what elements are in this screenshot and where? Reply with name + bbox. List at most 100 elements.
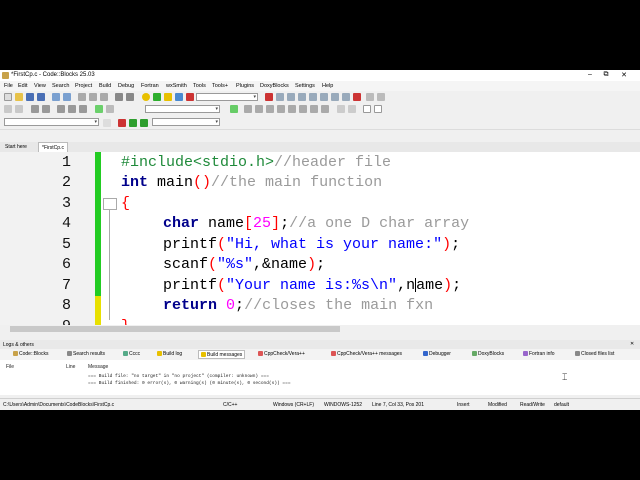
tab-cppcheck-messages[interactable]: CppCheck/Vera++ messages — [331, 350, 402, 359]
uncomment-icon[interactable] — [42, 105, 50, 113]
menu-settings[interactable]: Settings — [295, 83, 315, 89]
selected-text-icon[interactable] — [244, 105, 252, 113]
tab-cppcheck[interactable]: CppCheck/Vera++ — [258, 350, 305, 359]
menu-edit[interactable]: Edit — [18, 83, 27, 89]
build-run-icon[interactable] — [164, 93, 172, 101]
menu-wxsmith[interactable]: wxSmith — [166, 83, 187, 89]
editor-horizontal-scrollbar[interactable] — [0, 325, 640, 333]
menu-plugins[interactable]: Plugins — [236, 83, 254, 89]
clear-bookmarks-icon[interactable] — [321, 105, 329, 113]
scrollbar-thumb[interactable] — [10, 326, 340, 332]
jump-next-icon[interactable] — [140, 119, 148, 127]
next-line-icon[interactable] — [287, 93, 295, 101]
paste-icon[interactable] — [100, 93, 108, 101]
tab-search-results[interactable]: Search results — [67, 350, 105, 359]
find-prev-icon[interactable] — [255, 105, 263, 113]
jump-prev-icon[interactable] — [129, 119, 137, 127]
tab-fortran-info[interactable]: Fortran info — [523, 350, 555, 359]
run-to-cursor-icon[interactable] — [276, 93, 284, 101]
code-keyword: int — [121, 174, 149, 191]
find-all-icon[interactable] — [277, 105, 285, 113]
menu-help[interactable]: Help — [322, 83, 333, 89]
break-icon[interactable] — [342, 93, 350, 101]
menu-file[interactable]: File — [4, 83, 13, 89]
new-file-icon[interactable] — [4, 93, 12, 101]
box-comment-icon[interactable] — [79, 105, 87, 113]
stream-comment-icon[interactable] — [68, 105, 76, 113]
tab-firstcp[interactable]: *FirstCp.c — [38, 142, 68, 152]
menu-fortran[interactable]: Fortran — [141, 83, 159, 89]
menu-view[interactable]: View — [34, 83, 46, 89]
tab-start-here[interactable]: Start here — [2, 142, 30, 152]
jump-forward-icon[interactable] — [15, 105, 23, 113]
fold-marker[interactable] — [103, 198, 117, 210]
menu-search[interactable]: Search — [52, 83, 69, 89]
open-icon[interactable] — [15, 93, 23, 101]
bookmark-icon[interactable] — [288, 105, 296, 113]
search-icon[interactable] — [115, 93, 123, 101]
jump-back-icon[interactable] — [4, 105, 12, 113]
redo-icon[interactable] — [63, 93, 71, 101]
toggle-comment-icon[interactable] — [57, 105, 65, 113]
column-file[interactable]: File — [6, 364, 14, 370]
regex-icon[interactable] — [106, 105, 114, 113]
debug-info-icon[interactable] — [377, 93, 385, 101]
logs-close-icon[interactable]: ✕ — [630, 341, 634, 347]
spell-settings-icon[interactable] — [374, 105, 382, 113]
save-icon[interactable] — [26, 93, 34, 101]
find-next-icon[interactable] — [266, 105, 274, 113]
build-icon[interactable] — [142, 93, 150, 101]
tab-build-messages[interactable]: Build messages — [198, 350, 246, 359]
prev-bookmark-icon[interactable] — [299, 105, 307, 113]
zoom-in-icon[interactable] — [337, 105, 345, 113]
menu-doxyblocks[interactable]: DoxyBlocks — [260, 83, 289, 89]
column-line[interactable]: Line — [66, 364, 75, 370]
zoom-out-icon[interactable] — [348, 105, 356, 113]
tab-codeblocks-log[interactable]: Code::Blocks — [13, 350, 48, 359]
menu-tools-plus[interactable]: Tools+ — [212, 83, 228, 89]
stop-debugger-icon[interactable] — [353, 93, 361, 101]
function-list-icon[interactable] — [103, 119, 111, 127]
step-into-icon[interactable] — [298, 93, 306, 101]
code-editor[interactable]: 1 2 3 4 5 6 7 8 9 #include<stdio.h>//hea… — [0, 152, 640, 333]
tab-doxyblocks[interactable]: DoxyBlocks — [472, 350, 504, 359]
debug-icon[interactable] — [265, 93, 273, 101]
next-instruction-icon[interactable] — [320, 93, 328, 101]
minimize-button[interactable]: – — [583, 71, 597, 78]
scope-select[interactable]: ▾ — [4, 118, 99, 126]
rebuild-icon[interactable] — [175, 93, 183, 101]
tab-cccc[interactable]: Cccc — [123, 350, 140, 359]
maximize-button[interactable]: ⧉ — [599, 71, 613, 79]
status-modified: Modified — [488, 402, 507, 408]
menu-project[interactable]: Project — [75, 83, 92, 89]
build-target-select[interactable]: ▾ — [196, 93, 258, 101]
step-instruction-icon[interactable] — [331, 93, 339, 101]
menu-build[interactable]: Build — [99, 83, 111, 89]
code-brace: ( — [208, 256, 218, 273]
menu-tools[interactable]: Tools — [193, 83, 206, 89]
search-combo[interactable]: ▾ — [145, 105, 220, 113]
tab-debugger[interactable]: Debugger — [423, 350, 451, 359]
cut-icon[interactable] — [78, 93, 86, 101]
undo-icon[interactable] — [52, 93, 60, 101]
close-button[interactable]: ✕ — [617, 71, 631, 79]
copy-icon[interactable] — [89, 93, 97, 101]
save-all-icon[interactable] — [37, 93, 45, 101]
column-message[interactable]: Message — [88, 364, 108, 370]
spell-check-icon[interactable] — [363, 105, 371, 113]
tab-build-log[interactable]: Build log — [157, 350, 182, 359]
next-bookmark-icon[interactable] — [310, 105, 318, 113]
replace-icon[interactable] — [126, 93, 134, 101]
function-select[interactable]: ▾ — [152, 118, 220, 126]
build-messages-list[interactable]: File Line Message === Build file: "no ta… — [0, 360, 640, 395]
tab-closed-files[interactable]: Closed files list — [575, 350, 614, 359]
match-case-icon[interactable] — [95, 105, 103, 113]
run-icon[interactable] — [153, 93, 161, 101]
comment-icon[interactable] — [31, 105, 39, 113]
record-macro-icon[interactable] — [118, 119, 126, 127]
menu-debug[interactable]: Debug — [118, 83, 134, 89]
step-out-icon[interactable] — [309, 93, 317, 101]
highlight-icon[interactable] — [230, 105, 238, 113]
debug-windows-icon[interactable] — [366, 93, 374, 101]
stop-build-icon[interactable] — [186, 93, 194, 101]
